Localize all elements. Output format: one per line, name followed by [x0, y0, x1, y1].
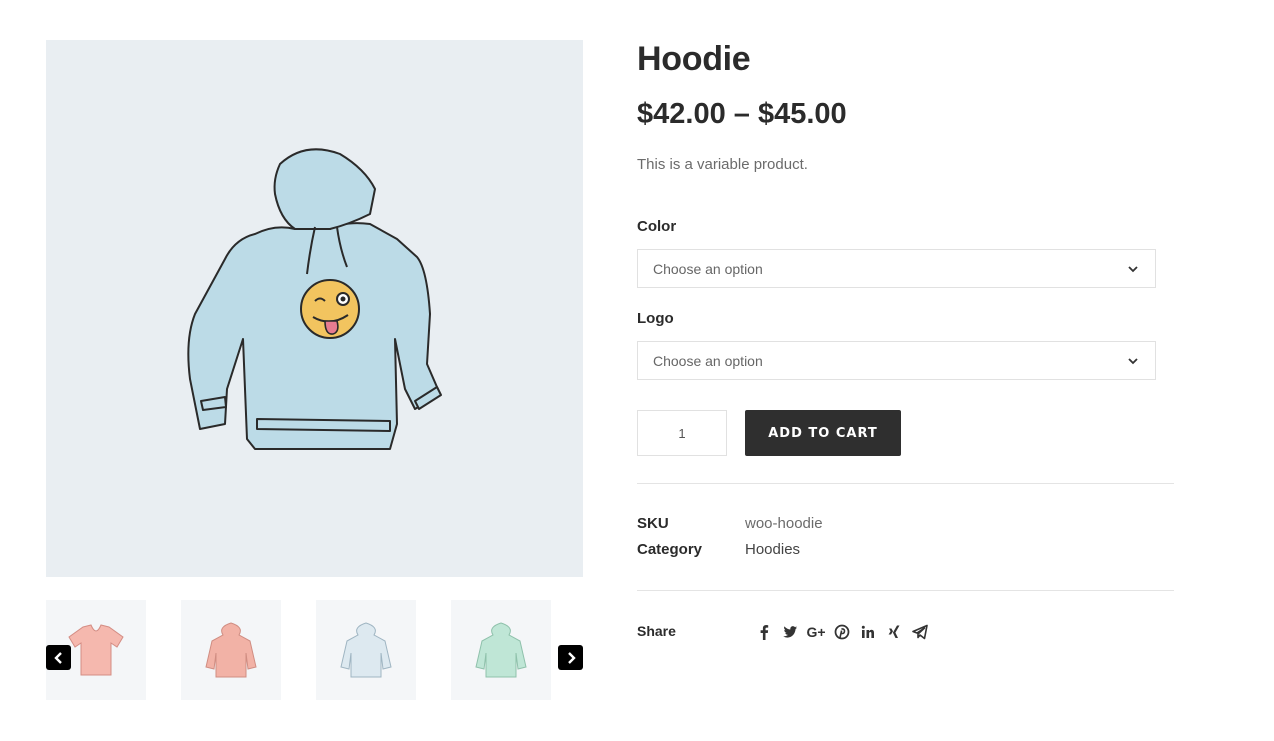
twitter-icon[interactable] [777, 623, 803, 641]
quantity-input[interactable] [637, 410, 727, 456]
product-main-image[interactable] [46, 40, 583, 577]
facebook-icon[interactable] [751, 623, 777, 641]
logo-select-value: Choose an option [653, 352, 763, 369]
category-link[interactable]: Hoodies [745, 541, 800, 558]
variation-label-logo: Logo [637, 310, 674, 327]
chevron-down-icon [1128, 266, 1138, 273]
divider [637, 590, 1174, 591]
hoodie-icon [340, 622, 392, 678]
product-short-description: This is a variable product. [637, 156, 808, 173]
hoodie-illustration [186, 147, 442, 450]
color-select[interactable]: Choose an option [637, 249, 1156, 288]
category-label: Category [637, 541, 703, 558]
product-summary: Hoodie $42.00 – $45.00 This is a variabl… [637, 0, 1177, 741]
chevron-right-icon [567, 651, 576, 664]
telegram-icon[interactable] [907, 623, 933, 641]
sku-value: woo-hoodie [745, 515, 823, 532]
chevron-down-icon [1128, 358, 1138, 365]
thumbnail-light-blue-hoodie[interactable] [316, 600, 416, 700]
divider [637, 483, 1174, 484]
thumbnail-pink-hoodie[interactable] [181, 600, 281, 700]
winking-emoji-logo [299, 278, 360, 339]
chevron-left-icon [53, 651, 62, 664]
thumbnail-mint-hoodie[interactable] [451, 600, 551, 700]
tshirt-icon [68, 624, 124, 676]
sku-label: SKU [637, 515, 669, 532]
thumbnail-prev-button[interactable] [46, 645, 71, 670]
product-title: Hoodie [637, 40, 751, 78]
logo-select[interactable]: Choose an option [637, 341, 1156, 380]
xing-icon[interactable] [881, 623, 907, 641]
share-icons: G+ [751, 623, 933, 641]
add-to-cart-button[interactable]: ADD TO CART [745, 410, 901, 456]
hoodie-icon [475, 622, 527, 678]
hoodie-icon [205, 622, 257, 678]
color-select-value: Choose an option [653, 260, 763, 277]
thumbnail-next-button[interactable] [558, 645, 583, 670]
linkedin-icon[interactable] [855, 623, 881, 641]
google-plus-icon[interactable]: G+ [803, 623, 829, 641]
share-label: Share [637, 623, 676, 639]
product-price: $42.00 – $45.00 [637, 98, 847, 130]
thumbnail-gallery [46, 600, 583, 700]
variation-label-color: Color [637, 218, 677, 235]
pinterest-icon[interactable] [829, 623, 855, 641]
